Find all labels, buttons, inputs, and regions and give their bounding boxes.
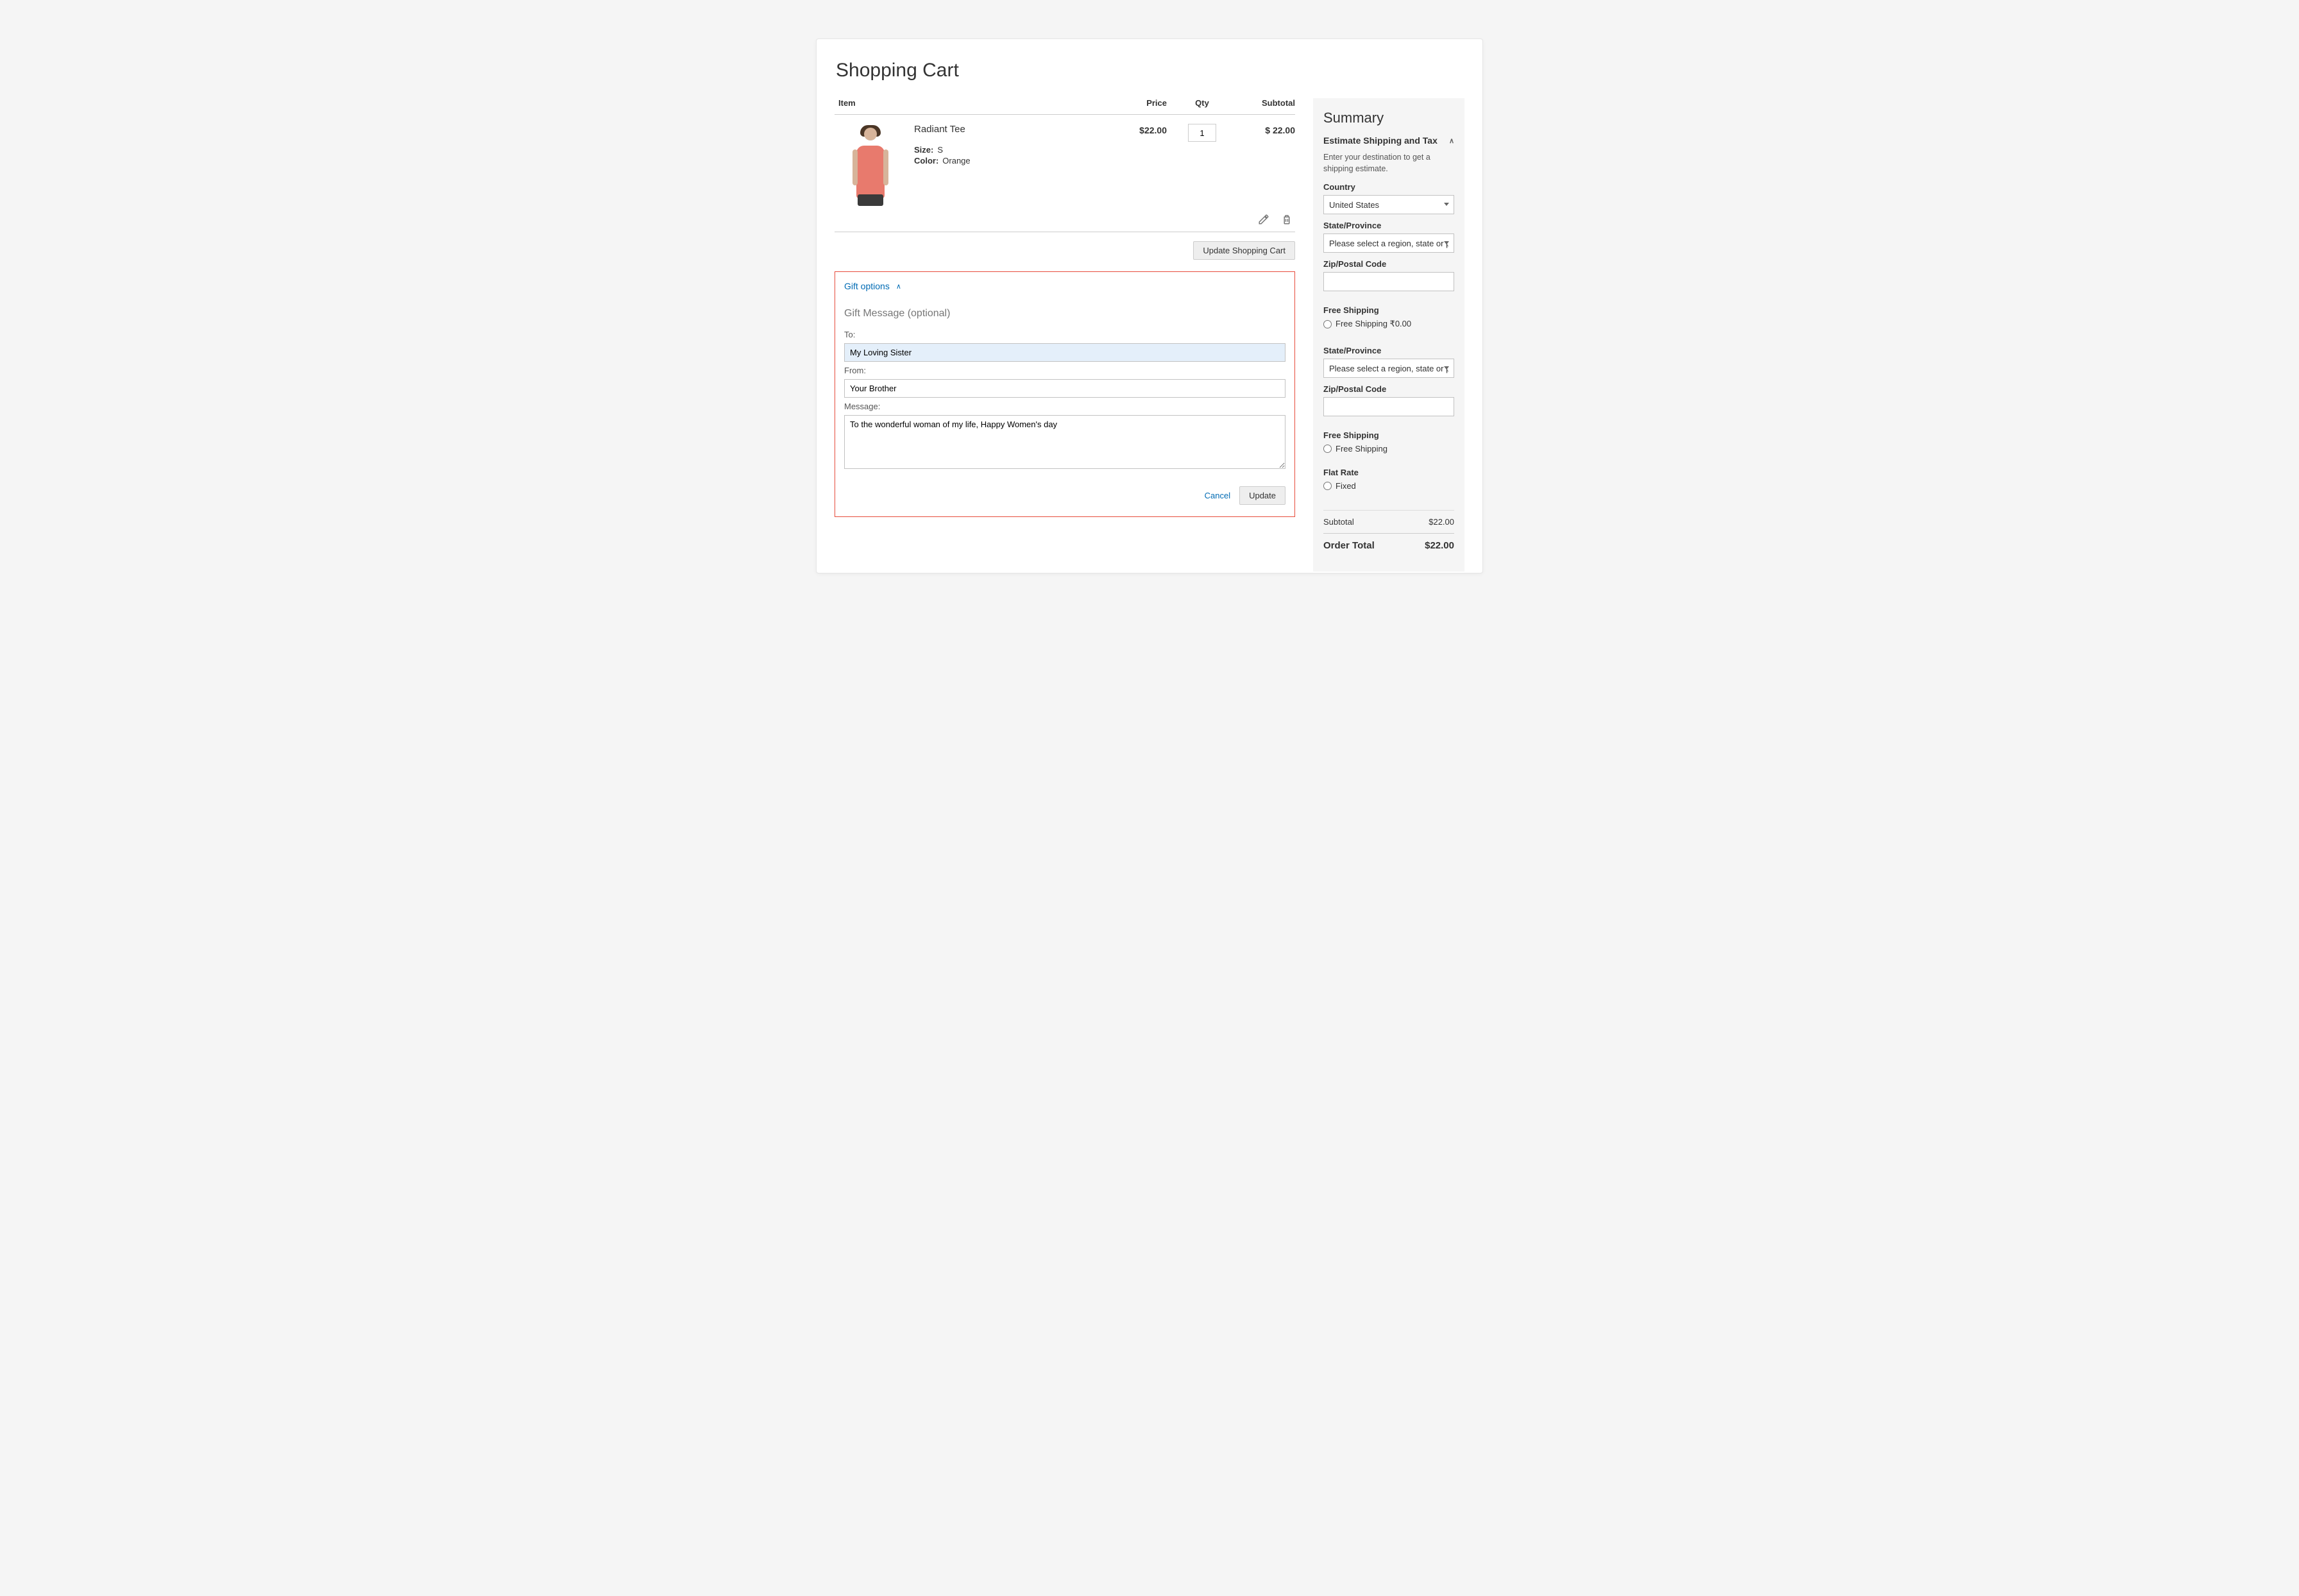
state-label-2: State/Province xyxy=(1323,346,1454,355)
gift-update-button[interactable]: Update xyxy=(1239,486,1285,505)
page-title: Shopping Cart xyxy=(836,60,1464,81)
free-shipping-radio-2[interactable] xyxy=(1323,445,1332,453)
gift-options-box: Gift options ∧ Gift Message (optional) T… xyxy=(835,271,1295,517)
zip-input-1[interactable] xyxy=(1323,272,1454,291)
col-price: Price xyxy=(1109,98,1167,108)
trash-icon[interactable] xyxy=(1281,214,1293,225)
gift-options-toggle[interactable]: Gift options ∧ xyxy=(844,281,1285,291)
zip-label-1: Zip/Postal Code xyxy=(1323,259,1454,269)
update-cart-button[interactable]: Update Shopping Cart xyxy=(1193,241,1295,260)
col-item: Item xyxy=(835,98,1109,108)
free-shipping-title-1: Free Shipping xyxy=(1323,305,1454,315)
zip-input-2[interactable] xyxy=(1323,397,1454,416)
zip-label-2: Zip/Postal Code xyxy=(1323,384,1454,394)
item-price: $22.00 xyxy=(1109,124,1167,135)
qty-input[interactable] xyxy=(1188,124,1216,142)
gift-from-label: From: xyxy=(844,366,1285,375)
gift-message-heading: Gift Message (optional) xyxy=(844,308,1285,319)
product-size: Size:S xyxy=(914,145,971,155)
product-image[interactable] xyxy=(838,124,903,206)
state-select-1[interactable]: Please select a region, state or provinc… xyxy=(1323,233,1454,253)
chevron-up-icon: ∧ xyxy=(896,282,901,291)
chevron-up-icon: ∧ xyxy=(1449,137,1454,145)
summary-title: Summary xyxy=(1323,110,1454,126)
estimate-toggle[interactable]: Estimate Shipping and Tax ∧ xyxy=(1323,135,1454,146)
gift-message-label: Message: xyxy=(844,402,1285,411)
item-subtotal: $ 22.00 xyxy=(1237,124,1295,135)
gift-message-textarea[interactable] xyxy=(844,415,1285,469)
product-color: Color:Orange xyxy=(914,156,971,166)
free-shipping-radio-1[interactable] xyxy=(1323,320,1332,328)
free-shipping-option-2[interactable]: Free Shipping xyxy=(1323,444,1454,454)
col-qty: Qty xyxy=(1167,98,1237,108)
summary-sidebar: Summary Estimate Shipping and Tax ∧ Ente… xyxy=(1313,98,1464,572)
free-shipping-option-1[interactable]: Free Shipping ₹0.00 xyxy=(1323,319,1454,329)
gift-cancel-button[interactable]: Cancel xyxy=(1198,486,1237,505)
cart-page: Shopping Cart Item Price Qty Subtotal xyxy=(816,38,1483,573)
gift-to-input[interactable] xyxy=(844,343,1285,362)
gift-to-label: To: xyxy=(844,330,1285,339)
country-select[interactable]: United States xyxy=(1323,195,1454,214)
cart-table-header: Item Price Qty Subtotal xyxy=(835,98,1295,115)
gift-from-input[interactable] xyxy=(844,379,1285,398)
state-label-1: State/Province xyxy=(1323,221,1454,230)
state-select-2[interactable]: Please select a region, state or provinc… xyxy=(1323,359,1454,378)
free-shipping-title-2: Free Shipping xyxy=(1323,430,1454,440)
estimate-help-text: Enter your destination to get a shipping… xyxy=(1323,152,1454,174)
subtotal-row: Subtotal $22.00 xyxy=(1323,510,1454,533)
flat-rate-radio[interactable] xyxy=(1323,482,1332,490)
order-total-row: Order Total $22.00 xyxy=(1323,533,1454,557)
country-label: Country xyxy=(1323,182,1454,192)
edit-icon[interactable] xyxy=(1258,214,1269,225)
cart-main: Item Price Qty Subtotal Radiant Tee xyxy=(835,98,1295,522)
col-subtotal: Subtotal xyxy=(1237,98,1295,108)
cart-row: Radiant Tee Size:S Color:Orange $22.00 $… xyxy=(835,115,1295,210)
product-name[interactable]: Radiant Tee xyxy=(914,124,971,135)
flat-rate-title: Flat Rate xyxy=(1323,468,1454,477)
flat-rate-option[interactable]: Fixed xyxy=(1323,481,1454,491)
